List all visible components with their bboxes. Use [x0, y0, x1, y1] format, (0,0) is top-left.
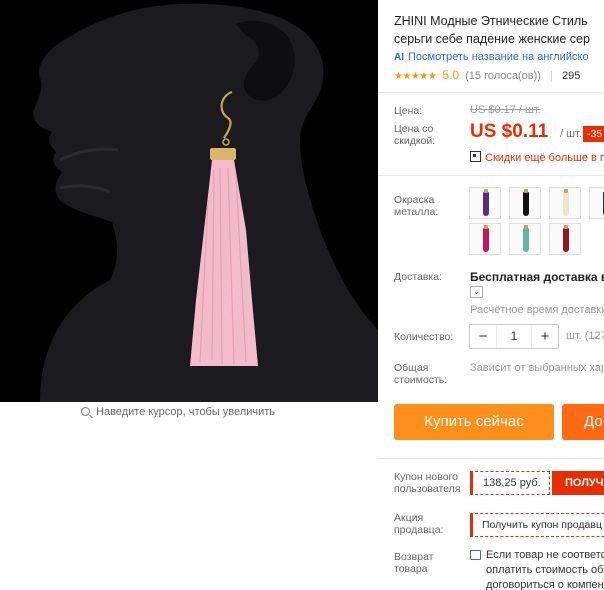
tassel-icon	[563, 189, 569, 216]
product-info-panel: ZHINI Модные Этнические Стиль серьги себ…	[378, 0, 604, 590]
label-line: Купон нового	[394, 471, 458, 483]
zoom-hint: Наведите курсор, чтобы увеличить	[0, 406, 356, 418]
divider	[378, 175, 604, 176]
color-swatch-black[interactable]	[509, 187, 541, 219]
divider	[378, 458, 604, 459]
rating-row: ★★★★★ 5.0 (15 голоса(ов)) | 295	[394, 68, 580, 82]
discount-price-label: Цена со скидкой:	[394, 123, 435, 147]
new-user-coupon-label: Купон нового пользователя	[394, 471, 461, 495]
earring-on-bust-photo	[0, 0, 378, 402]
discount-price: US $0.11	[470, 121, 549, 142]
shipping-label: Доставка:	[394, 271, 443, 283]
translate-link-text[interactable]: Посмотреть название на английско	[408, 51, 589, 63]
return-policy-icon	[470, 550, 481, 560]
delivery-estimate: Расчётное время доставки	[470, 304, 604, 316]
product-gallery: Наведите курсор, чтобы увеличить	[0, 0, 378, 590]
tassel-icon	[483, 225, 489, 252]
quantity-available: шт. (127	[566, 330, 604, 342]
quantity-input[interactable]: 1	[496, 325, 532, 348]
color-swatch-cream[interactable]	[549, 187, 581, 219]
label-line: Акция	[394, 512, 424, 524]
returns-text-line: оплатить стоимость обр	[486, 564, 604, 576]
label-line: Общая	[394, 362, 429, 374]
product-title-line: ZHINI Модные Этнические Стиль	[394, 14, 588, 28]
product-title: ZHINI Модные Этнические Стиль серьги себ…	[394, 12, 604, 48]
returns-label: Возврат товара	[394, 551, 433, 575]
app-discount-link[interactable]: Скидки ещё больше в п	[470, 151, 604, 164]
color-swatch-wine[interactable]	[549, 223, 581, 255]
label-line: Возврат	[394, 551, 434, 563]
returns-text-line: договориться о компен	[486, 579, 604, 590]
rating-score: 5.0	[442, 68, 460, 82]
get-coupon-button[interactable]: ПОЛУЧ	[552, 471, 604, 495]
label-line: Цена со	[394, 123, 434, 135]
translate-title-link[interactable]: AI Посмотреть название на английско	[394, 51, 589, 63]
divider	[378, 92, 604, 93]
orders-count: 295	[561, 70, 581, 82]
price-label: Цена:	[394, 105, 423, 117]
add-to-cart-button[interactable]: До	[562, 404, 604, 440]
quantity-increase-button[interactable]: +	[532, 325, 558, 348]
app-discount-text[interactable]: Скидки ещё больше в п	[485, 152, 604, 164]
buy-now-button[interactable]: Купить сейчас	[394, 404, 554, 440]
tassel-icon	[483, 189, 489, 216]
color-swatch-rose[interactable]	[469, 223, 501, 255]
divider: |	[550, 70, 553, 82]
label-line: стоимость:	[394, 374, 448, 386]
tassel-icon	[563, 225, 569, 252]
product-main-image[interactable]	[0, 0, 378, 402]
chevron-down-icon[interactable]: ⌄	[470, 286, 483, 298]
original-price: US $0.17 / шт.	[470, 104, 541, 116]
rating-stars-icon: ★★★★★	[394, 71, 437, 82]
per-unit-label: / шт.	[560, 128, 582, 140]
tassel-icon	[523, 225, 529, 252]
quantity-decrease-button[interactable]: −	[470, 325, 496, 348]
label-line: Окраска	[394, 194, 435, 206]
label-line: пользователя	[394, 483, 461, 495]
color-swatch-mint[interactable]	[509, 223, 541, 255]
qr-code-icon	[470, 151, 481, 162]
color-swatch-navy[interactable]	[589, 187, 604, 219]
quantity-label: Количество:	[394, 331, 454, 343]
quantity-stepper: − 1 +	[469, 324, 559, 349]
get-seller-coupon-button[interactable]: Получить купон продавц	[470, 513, 604, 537]
discount-badge: -35	[583, 126, 604, 142]
zoom-hint-text: Наведите курсор, чтобы увеличить	[96, 406, 275, 418]
tassel-icon	[523, 189, 529, 216]
total-label: Общая стоимость:	[394, 362, 447, 386]
rating-votes-link[interactable]: (15 голоса(ов))	[465, 70, 541, 82]
shipping-method[interactable]: Бесплатная доставка в Ru	[470, 270, 604, 284]
label-line: товара	[394, 563, 428, 575]
returns-text-line: Если товар не соответс	[486, 549, 604, 561]
product-title-line: серьги себе падение женские сер	[394, 32, 590, 46]
magnifier-icon	[81, 407, 90, 416]
seller-promo-label: Акция продавца:	[394, 512, 443, 536]
color-label: Окраска металла:	[394, 194, 438, 218]
label-line: продавца:	[394, 524, 444, 536]
total-value: Зависит от выбранных хар	[470, 362, 604, 374]
translate-icon: AI	[394, 52, 404, 63]
label-line: металла:	[394, 206, 439, 218]
color-swatch-purple[interactable]	[469, 187, 501, 219]
returns-text: Если товар не соответс оплатить стоимост…	[486, 548, 604, 590]
label-line: скидкой:	[394, 135, 436, 147]
new-user-coupon-value: 138,25 руб.	[470, 471, 550, 495]
